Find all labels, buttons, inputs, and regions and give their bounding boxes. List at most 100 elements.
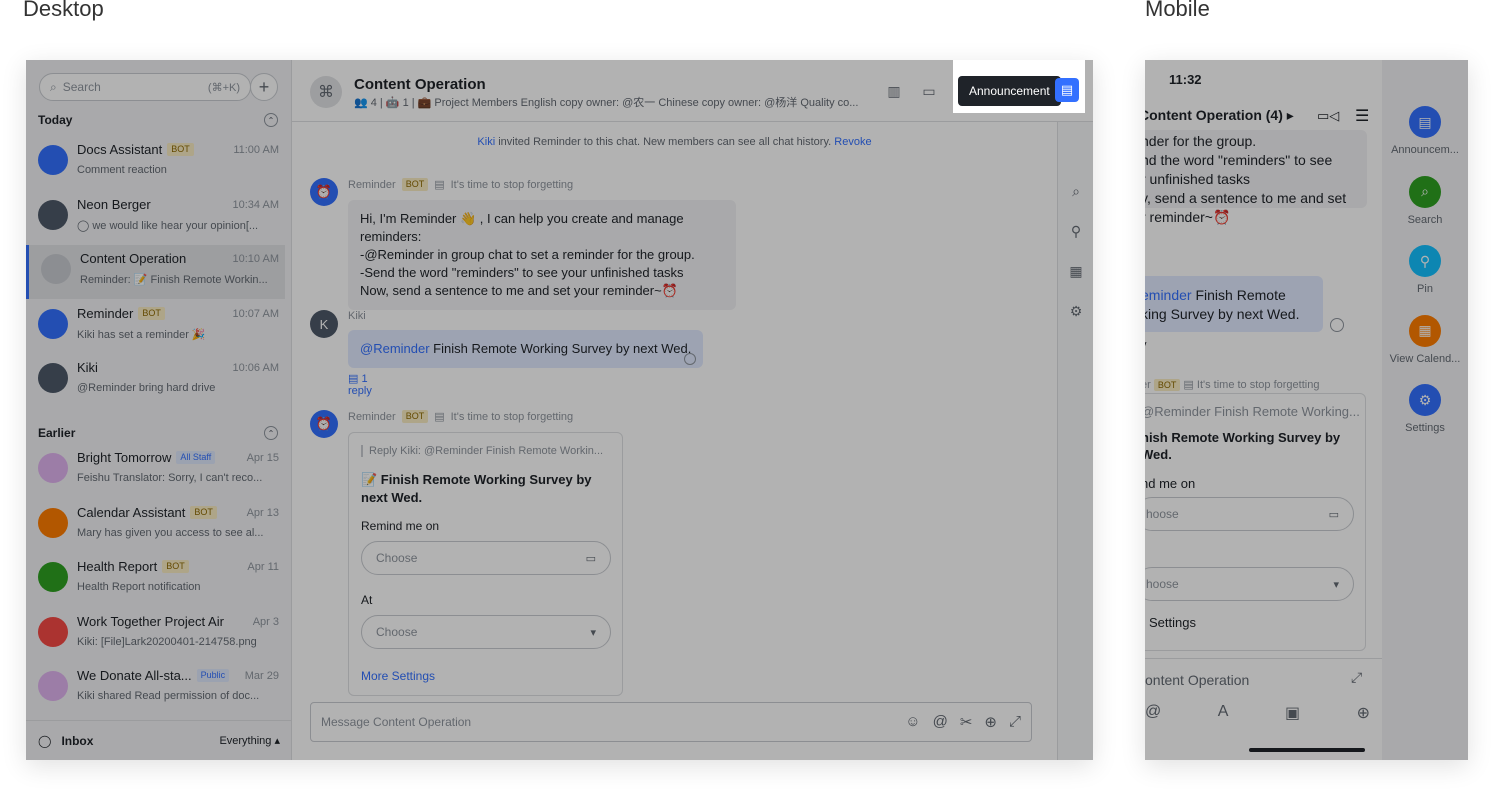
settings-icon[interactable]: ⚙ [1067,302,1085,320]
chat-name: We Donate All-sta... [77,668,192,683]
system-message: Kiki invited Reminder to this chat. New … [292,136,1057,148]
calendar-icon[interactable]: ▦ [1067,262,1085,280]
chat-list-item[interactable]: Neon Berger 10:34 AM ◯ we would like hear … [26,191,285,245]
rail-item-label: Settings [1405,422,1445,434]
chat-preview: Kiki shared Read permission of doc... [77,690,260,702]
mention-link[interactable]: @Reminder [360,341,430,356]
chat-title[interactable]: Content Operation [354,76,486,93]
mention-link[interactable]: eminder [1145,287,1192,303]
rail-item-icon: ▦ [1409,314,1441,347]
mobile-composer[interactable]: ontent Operation ⤢ @ A ▣ ⊕ [1145,658,1382,760]
reminder-avatar[interactable]: ⏰ [310,410,338,438]
system-user-link[interactable]: Kiki [477,136,495,148]
add-icon[interactable]: ⊕ [1357,703,1370,723]
chat-list-item[interactable]: Content Operation 10:10 AM Reminder: 📝 Fin… [26,245,285,299]
home-indicator [1249,748,1365,752]
chat-name: Bright Tomorrow [77,450,172,465]
more-settings-link[interactable]: Settings [1149,613,1196,632]
menu-icon[interactable]: ☰ [1355,106,1369,126]
reminder-avatar[interactable]: ⏰ [310,178,338,206]
chat-list-item[interactable]: Work Together Project Air Apr 3 Kiki: [Fil… [26,608,285,662]
card-title: Wed. [1145,447,1172,462]
message-bubble[interactable]: Hi, I'm Reminder 👋 , I can help you crea… [348,200,736,310]
rail-item[interactable]: ⚲ Pin [1382,245,1468,295]
rail-item[interactable]: ⌕ Search [1382,175,1468,226]
meeting-notes-icon[interactable]: ▥ [885,82,903,100]
chat-list-item[interactable]: Calendar Assistant BOT Apr 13 Mary has give… [26,499,285,553]
reply-thread-link[interactable]: ▤ 1 reply [348,372,372,397]
mobile-chat-title[interactable]: Content Operation (4) ▸ [1145,107,1294,124]
chat-time: 10:06 AM [232,362,279,374]
chat-list-item[interactable]: Bright Tomorrow All Staff Apr 15 Feishu Tra… [26,444,285,498]
search-input[interactable]: ⌕ Search (⌘+K) [39,73,251,101]
screenshot-icon[interactable]: ✂ [960,713,973,731]
chat-preview: Kiki: [File]Lark20200401-214758.png [77,635,257,648]
rail-item[interactable]: ▤ Announcem... [1382,106,1468,156]
chat-time: Apr 15 [246,452,279,464]
chat-avatar [38,562,68,592]
font-icon[interactable]: A [1218,703,1229,723]
message-line: y, send a sentence to me and set [1145,190,1347,206]
reminder-card: Reply Kiki: @Reminder Finish Remote Work… [348,432,623,696]
chat-list-item[interactable]: Docs Assistant BOT 11:00 AM Comment reactio… [26,136,285,190]
group-avatar[interactable]: ⌘ [310,76,342,108]
collapse-icon[interactable]: ⌃ [264,426,278,440]
chat-list-item[interactable]: We Donate All-sta... Public Mar 29 Kiki sha… [26,662,285,716]
add-icon[interactable]: ⊕ [984,713,997,731]
group-header-earlier: Earlier ⌃ [38,426,278,440]
date-picker[interactable]: Choose ▭ [361,541,611,575]
message-text: Finish Remote [1191,287,1286,303]
plus-icon: + [258,76,270,97]
revoke-link[interactable]: Revoke [834,136,871,148]
search-history-icon[interactable]: ⌕ [1067,182,1085,200]
message-composer[interactable]: Message Content Operation ☺ @ ✂ ⊕ ⤢ [310,702,1032,742]
sender-name: Reminder [348,410,396,423]
chat-name-row: Bright Tomorrow All Staff [77,450,216,465]
chat-list-item[interactable]: Health Report BOT Apr 11 Health Report noti… [26,553,285,607]
new-chat-button[interactable]: + [250,73,278,101]
date-picker[interactable]: hoose ▭ [1145,497,1354,531]
chat-time: Apr 11 [247,561,279,573]
announcement-tooltip: Announcement [958,76,1061,106]
rail-item-icon: ⌕ [1409,175,1441,208]
rail-item[interactable]: ▦ View Calend... [1382,314,1468,365]
time-select[interactable]: hoose ▾ [1145,567,1354,601]
mention-icon[interactable]: @ [933,713,948,731]
chat-name-row: Neon Berger [77,197,151,212]
chat-name-row: Health Report BOT [77,559,189,574]
time-select[interactable]: Choose ▾ [361,615,611,649]
rail-item[interactable]: ⚙ Settings [1382,384,1468,434]
kiki-avatar[interactable]: K [310,310,338,338]
image-icon[interactable]: ▣ [1285,703,1300,723]
card-quote: @Reminder Finish Remote Working... [1145,404,1360,419]
message-line: nder for the group. [1145,133,1257,149]
video-call-icon[interactable]: ▭◁ [1317,108,1339,124]
mention-icon[interactable]: @ [1145,703,1161,723]
filter-dropdown[interactable]: Everything ▴ [219,734,280,747]
message-bubble[interactable]: @Reminder Finish Remote Working Survey b… [348,330,704,368]
reply-icon: ▤ [348,373,359,385]
announcement-button[interactable]: ▤ [1055,78,1079,102]
collapse-icon[interactable]: ⌃ [264,113,278,127]
chat-list-item[interactable]: Reminder BOT 10:07 AM Kiki has set a remind… [26,300,285,354]
group-label: Earlier [38,426,76,440]
more-settings-link[interactable]: More Settings [361,669,435,683]
pin-icon[interactable]: ⚲ [1067,222,1085,240]
chat-header: ⌘ Content Operation 👥 4 | 🤖 1 | 💼 Projec… [292,60,1093,122]
chat-list-item[interactable]: Kiki 10:06 AM @Reminder bring hard drive [26,354,285,408]
emoji-icon[interactable]: ☺ [905,713,920,731]
chat-avatar [38,453,68,483]
chat-badge: BOT [138,306,165,320]
video-call-icon[interactable]: ▭ [920,82,938,100]
expand-icon[interactable]: ⤢ [1009,713,1021,731]
chat-avatar [38,507,68,538]
note-icon: ▤ [1183,379,1194,391]
message-line: -@Reminder in group chat to set a remind… [360,247,695,262]
reply-thread-link[interactable]: y [1145,336,1147,355]
date-placeholder: Choose [376,551,418,565]
message-line: Hi, I'm Reminder 👋 , I can help you crea… [360,211,684,244]
expand-icon[interactable]: ⤢ [1351,669,1362,686]
inbox-label[interactable]: Inbox [61,734,93,748]
chat-name: Kiki [77,360,98,375]
chevron-down-icon: ▾ [590,626,596,639]
